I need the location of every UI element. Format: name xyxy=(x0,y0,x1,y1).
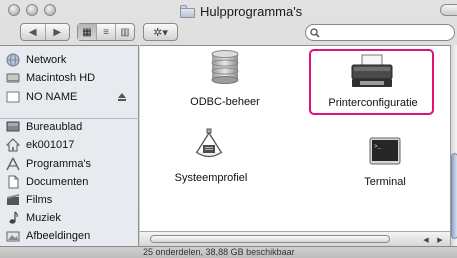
window-title: Hulpprogramma's xyxy=(200,3,303,19)
close-button[interactable] xyxy=(8,4,20,16)
music-icon xyxy=(9,211,18,224)
sidebar-item-label: Macintosh HD xyxy=(26,71,96,84)
window-title-group: Hulpprogramma's xyxy=(180,3,302,19)
sidebar-item-label: Films xyxy=(26,193,53,206)
status-text: 25 onderdelen, 38,88 GB beschikbaar xyxy=(143,247,295,257)
network-icon xyxy=(6,53,20,66)
desktop-icon xyxy=(6,121,20,131)
forward-arrow-icon: ▶ xyxy=(53,26,62,38)
sidebar-item-no-name[interactable]: NO NAME xyxy=(6,89,134,104)
sidebar-item-label: Afbeeldingen xyxy=(26,229,91,242)
finder-window: Hulpprogramma's ◀ ▶ ▦ ≡ ▥ ✲▾ Network Mac… xyxy=(0,0,457,258)
file-item-label: ODBC-beheer xyxy=(190,96,260,108)
back-button[interactable]: ◀ xyxy=(21,24,46,40)
back-forward-control: ◀ ▶ xyxy=(20,23,70,41)
list-view-button[interactable]: ≡ xyxy=(97,24,116,40)
toolbar-toggle-button[interactable] xyxy=(440,4,457,16)
sidebar-item-label: Programma's xyxy=(26,157,92,170)
back-arrow-icon: ◀ xyxy=(28,26,37,38)
zoom-button[interactable] xyxy=(44,4,56,16)
eject-icon[interactable] xyxy=(117,93,127,103)
sidebar-item-label: Bureaublad xyxy=(26,120,83,133)
sidebar-item-label: Muziek xyxy=(26,211,61,224)
volume-icon xyxy=(6,91,20,102)
icon-view-button[interactable]: ▦ xyxy=(78,24,97,40)
sidebar-item-films[interactable]: Films xyxy=(6,192,134,207)
sidebar-item-programmas[interactable]: Programma's xyxy=(6,156,134,171)
scroll-left-arrow-icon[interactable]: ◀ xyxy=(420,234,432,245)
applications-icon xyxy=(6,157,20,170)
list-view-icon: ≡ xyxy=(103,26,109,38)
sidebar-item-label: ek001017 xyxy=(26,138,75,151)
sidebar-item-documenten[interactable]: Documenten xyxy=(6,174,134,189)
sidebar-item-label: Network xyxy=(26,53,67,66)
folder-icon xyxy=(180,4,195,18)
toolbar: ◀ ▶ ▦ ≡ ▥ ✲▾ xyxy=(0,22,457,44)
terminal-icon: >_ xyxy=(369,137,401,165)
file-item-label: Printerconfiguratie xyxy=(328,97,418,109)
file-item-odbc[interactable]: ODBC-beheer xyxy=(180,50,270,110)
column-view-button[interactable]: ▥ xyxy=(116,24,134,40)
title-bar[interactable]: Hulpprogramma's xyxy=(0,0,457,22)
home-icon xyxy=(6,137,20,151)
sidebar-item-label: Documenten xyxy=(26,175,89,188)
action-menu-button[interactable]: ✲▾ xyxy=(143,23,178,41)
sidebar-item-label: NO NAME xyxy=(26,90,78,103)
printer-icon xyxy=(351,54,393,87)
sidebar-item-afbeeldingen[interactable]: Afbeeldingen xyxy=(6,228,134,243)
file-item-printerconfiguratie[interactable]: Printerconfiguratie xyxy=(318,52,428,112)
file-item-label: Terminal xyxy=(364,176,406,188)
file-item-terminal[interactable]: >_ Terminal xyxy=(350,137,420,189)
forward-button[interactable]: ▶ xyxy=(46,24,70,40)
sidebar-item-network[interactable]: Network xyxy=(6,52,134,67)
search-field[interactable] xyxy=(305,24,455,41)
sidebar: Network Macintosh HD NO NAME Bureaublad … xyxy=(0,45,139,246)
file-item-label: Systeemprofiel xyxy=(174,172,248,184)
file-item-systeemprofiel[interactable]: Systeemprofiel xyxy=(168,128,254,186)
documents-icon xyxy=(8,175,19,188)
scroll-right-arrow-icon[interactable]: ▶ xyxy=(434,234,446,245)
sidebar-item-muziek[interactable]: Muziek xyxy=(6,210,134,225)
sidebar-item-bureaublad[interactable]: Bureaublad xyxy=(6,119,134,134)
icon-view-icon: ▦ xyxy=(82,26,92,38)
vertical-scrollbar[interactable] xyxy=(450,45,457,246)
search-input[interactable] xyxy=(323,27,443,38)
status-bar: 25 onderdelen, 38,88 GB beschikbaar xyxy=(0,246,457,258)
horizontal-scrollbar[interactable]: ◀ ▶ xyxy=(140,231,450,246)
pictures-icon xyxy=(6,231,20,241)
column-view-icon: ▥ xyxy=(120,26,130,38)
vertical-scroll-thumb[interactable] xyxy=(451,153,457,239)
sidebar-item-home[interactable]: ek001017 xyxy=(6,137,134,152)
minimize-button[interactable] xyxy=(26,4,38,16)
odbc-icon xyxy=(211,50,239,84)
search-icon xyxy=(310,27,320,38)
svg-text:>_: >_ xyxy=(374,143,382,150)
movies-icon xyxy=(7,193,19,205)
hard-disk-icon xyxy=(6,73,20,82)
system-profiler-icon xyxy=(195,128,223,158)
view-mode-control: ▦ ≡ ▥ xyxy=(77,23,135,41)
horizontal-scroll-thumb[interactable] xyxy=(150,235,390,243)
sidebar-item-macintosh-hd[interactable]: Macintosh HD xyxy=(6,70,134,85)
gear-icon: ✲▾ xyxy=(153,26,168,39)
